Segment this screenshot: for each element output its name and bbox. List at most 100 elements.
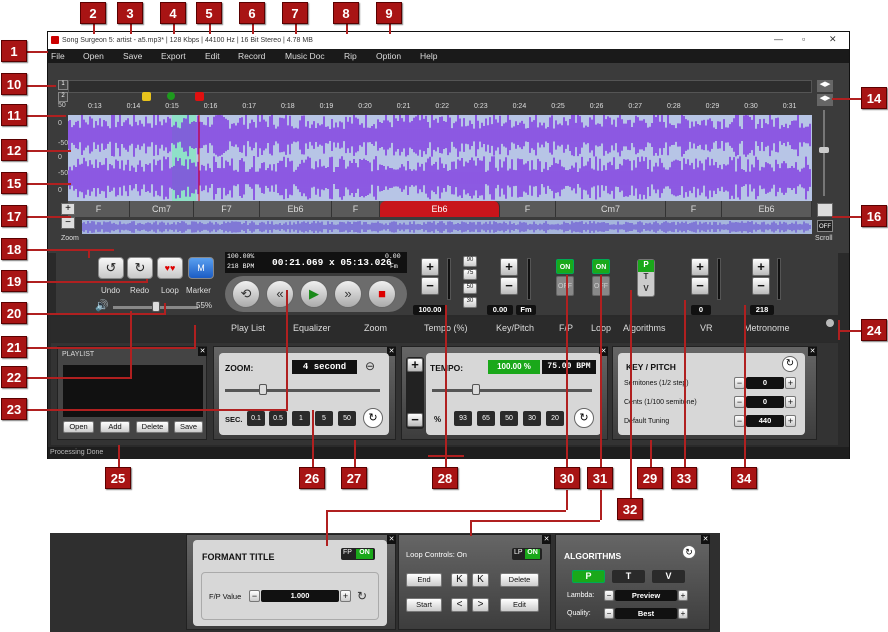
overview-waveform[interactable]: [82, 220, 812, 234]
tempo-step-up-button[interactable]: +: [407, 358, 423, 372]
menu-help[interactable]: Help: [420, 51, 437, 61]
algorithm-p[interactable]: P: [638, 260, 654, 272]
volume-knob[interactable]: [152, 301, 160, 312]
vr-vslider[interactable]: [717, 258, 721, 300]
tempo-reset-icon[interactable]: ↻: [574, 408, 594, 428]
tempo-93-button[interactable]: 93: [454, 411, 472, 426]
loop-step-left-icon[interactable]: K: [451, 573, 468, 587]
keypitch-minus-button[interactable]: −: [500, 277, 518, 295]
keypitch-close-icon[interactable]: ✕: [808, 347, 817, 356]
tempo-preset-75[interactable]: 75: [463, 269, 477, 280]
playlist-delete-button[interactable]: Delete: [136, 421, 169, 433]
zoom-1-button[interactable]: 1: [292, 411, 310, 426]
playlist-add-button[interactable]: Add: [100, 421, 130, 433]
tempo-stepper[interactable]: + −: [406, 357, 424, 429]
zoom-slider[interactable]: [225, 389, 380, 392]
algorithms-close-icon[interactable]: ✕: [701, 535, 710, 544]
tempo-slider[interactable]: [432, 389, 592, 392]
loop-start-button[interactable]: Start: [406, 598, 442, 612]
menu-save[interactable]: Save: [123, 51, 142, 61]
nav-arrows-top[interactable]: ◀▶: [817, 80, 833, 92]
marker-track[interactable]: [68, 80, 812, 93]
zoom-50-button[interactable]: 50: [338, 411, 356, 426]
cents-plus-button[interactable]: +: [785, 396, 796, 408]
menu-open[interactable]: Open: [83, 51, 104, 61]
fp-plus-button[interactable]: +: [340, 590, 351, 602]
tempo-20-button[interactable]: 20: [546, 411, 564, 426]
tuning-value[interactable]: 440: [746, 415, 784, 427]
zoom-magnifier-icon[interactable]: ⊖: [365, 359, 375, 373]
tempo-preset-90[interactable]: 90: [463, 256, 477, 267]
tempo-preset-30[interactable]: 30: [463, 297, 477, 308]
tab-playlist[interactable]: Play List: [231, 323, 265, 333]
tempo-plus-button[interactable]: +: [421, 258, 439, 276]
algorithm-p-button[interactable]: P: [572, 570, 605, 583]
zoom-reset-icon[interactable]: ↻: [363, 408, 383, 428]
loop-step-right-icon[interactable]: K: [472, 573, 489, 587]
menu-rip[interactable]: Rip: [344, 51, 357, 61]
minimize-icon[interactable]: —: [774, 34, 783, 44]
chord-cell[interactable]: F: [68, 201, 130, 217]
scroll-off-toggle[interactable]: OFF: [817, 220, 833, 232]
fp-on-button[interactable]: ON: [556, 259, 574, 274]
zoom-out-button[interactable]: −: [61, 217, 75, 229]
menu-record[interactable]: Record: [238, 51, 265, 61]
algorithm-t[interactable]: T: [638, 272, 654, 284]
cents-value[interactable]: 0: [746, 396, 784, 408]
playlist-open-button[interactable]: Open: [63, 421, 94, 433]
quality-plus-button[interactable]: +: [678, 608, 688, 619]
chord-cell[interactable]: Cm7: [556, 201, 666, 217]
tab-keypitch[interactable]: Key/Pitch: [496, 323, 534, 333]
playlist-close-icon[interactable]: ✕: [198, 347, 207, 356]
quality-minus-button[interactable]: −: [604, 608, 614, 619]
tempo-30-button[interactable]: 30: [523, 411, 541, 426]
chord-cell[interactable]: F: [500, 201, 556, 217]
nav-arrows-bottom[interactable]: ◀▶: [817, 94, 833, 106]
fast-rewind-button[interactable]: «: [266, 280, 294, 308]
vertical-zoom-slider[interactable]: [823, 110, 825, 196]
tempo-50-button[interactable]: 50: [500, 411, 518, 426]
loop-controls-toggle[interactable]: LP ON: [512, 548, 542, 560]
rewind-loop-button[interactable]: ⟲: [232, 280, 260, 308]
marker-button[interactable]: M: [188, 257, 214, 279]
keypitch-vslider[interactable]: [527, 258, 531, 300]
menu-option[interactable]: Option: [376, 51, 401, 61]
tab-settings-icon[interactable]: [826, 319, 834, 327]
tab-zoom[interactable]: Zoom: [364, 323, 387, 333]
fast-forward-button[interactable]: »: [334, 280, 362, 308]
semitones-plus-button[interactable]: +: [785, 377, 796, 389]
keypitch-reset-icon[interactable]: ↻: [782, 356, 798, 372]
marker-flag[interactable]: [167, 92, 175, 100]
tempo-knob[interactable]: [472, 384, 480, 395]
loop-button[interactable]: ♥♥: [157, 257, 183, 279]
vertical-zoom-knob[interactable]: [819, 147, 829, 153]
lambda-minus-button[interactable]: −: [604, 590, 614, 601]
tab-vr[interactable]: VR: [700, 323, 713, 333]
chord-cell[interactable]: Cm7: [130, 201, 194, 217]
chord-cell[interactable]: F7: [194, 201, 260, 217]
menu-export[interactable]: Export: [161, 51, 186, 61]
lambda-value[interactable]: Preview: [615, 590, 677, 601]
metronome-plus-button[interactable]: +: [752, 258, 770, 276]
fp-value[interactable]: 1.000: [261, 590, 339, 602]
tempo-step-down-button[interactable]: −: [407, 413, 423, 427]
formant-toggle[interactable]: FP ON: [341, 548, 375, 560]
chord-cell[interactable]: F: [332, 201, 380, 217]
tempo-vslider[interactable]: [447, 258, 451, 300]
marker-track-toggle[interactable]: 1: [58, 80, 68, 90]
fp-off-button[interactable]: OFF: [556, 276, 574, 296]
tab-equalizer[interactable]: Equalizer: [293, 323, 331, 333]
close-icon[interactable]: ✕: [829, 34, 837, 45]
algorithm-v[interactable]: V: [638, 284, 654, 296]
tempo-minus-button[interactable]: −: [421, 277, 439, 295]
chord-cell[interactable]: F: [666, 201, 722, 217]
quality-value[interactable]: Best: [615, 608, 677, 619]
tab-metronome[interactable]: Metronome: [744, 323, 790, 333]
scroll-toggle[interactable]: [817, 203, 833, 217]
formant-close-icon[interactable]: ✕: [387, 535, 396, 544]
loop-on-button[interactable]: ON: [592, 259, 610, 274]
playlist-save-button[interactable]: Save: [174, 421, 203, 433]
algorithm-v-button[interactable]: V: [652, 570, 685, 583]
playhead-marker[interactable]: [195, 92, 204, 101]
vr-plus-button[interactable]: +: [691, 258, 709, 276]
